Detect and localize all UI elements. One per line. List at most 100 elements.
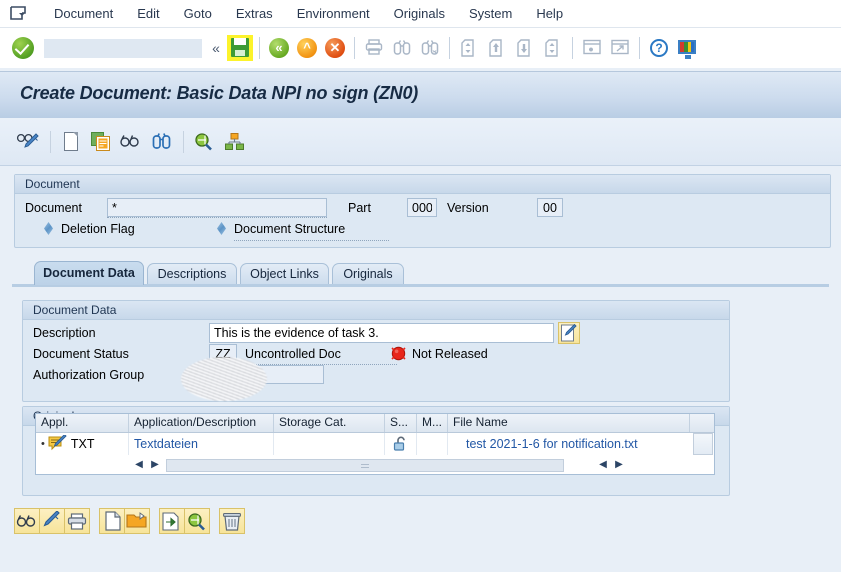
application-description-link[interactable]: Textdateien [134,437,198,451]
first-page-button[interactable] [456,35,482,61]
new-session-icon [583,39,601,57]
copy-document-button[interactable] [87,128,115,156]
display-change-button[interactable] [14,128,42,156]
table-row[interactable]: • TXT Textdateien test 2021-1-6 for noti… [36,433,714,455]
menu-item-goto[interactable]: Goto [172,0,224,27]
color-monitor-layout-icon [678,40,696,59]
row-scroll-left-button[interactable]: ◀ [595,457,611,473]
column-header-mode[interactable]: M... [417,414,448,432]
blue-diamond-icon [42,222,55,235]
tabstrip: Document Data Descriptions Object Links … [12,261,829,285]
first-page-icon [460,39,478,57]
scroll-track[interactable] [166,458,564,472]
hierarchy-tree-icon [225,132,244,151]
help-button[interactable]: ? [646,35,672,61]
menu-item-document[interactable]: Document [42,0,125,27]
previous-page-button[interactable] [484,35,510,61]
save-button[interactable] [227,35,253,61]
find-next-button[interactable] [417,35,443,61]
file-name-link[interactable]: test 2021-1-6 for notification.txt [466,437,638,451]
column-header-file-name[interactable]: File Name [448,414,690,432]
column-header-status[interactable]: S... [385,414,417,432]
command-field-input[interactable] [44,38,202,58]
next-page-icon [516,39,534,57]
floppy-save-icon [231,38,249,57]
create-original-button[interactable] [99,508,125,534]
red-status-light-icon [390,345,407,362]
document-structure-button[interactable] [220,128,248,156]
print-original-button[interactable] [64,508,90,534]
binoculars-find-icon [393,39,411,57]
menu-item-edit[interactable]: Edit [125,0,171,27]
sap-document-icon [8,4,30,24]
orange-up-arrow-exit-icon: ^ [297,38,317,58]
document-input[interactable] [107,198,327,217]
description-long-text-button[interactable] [558,322,580,344]
display-search-button[interactable] [190,128,218,156]
menu-item-help[interactable]: Help [524,0,575,27]
chevron-double-left-icon[interactable]: « [206,37,226,59]
check-in-original-button[interactable] [159,508,185,534]
last-page-button[interactable] [540,35,566,61]
menu-item-system[interactable]: System [457,0,524,27]
create-session-button[interactable] [579,35,605,61]
cancel-button[interactable]: ✕ [322,35,348,61]
deletion-flag-label[interactable]: Deletion Flag [61,222,135,236]
display-original-button[interactable] [14,508,40,534]
menu-label: Environment [296,6,370,21]
description-input[interactable] [209,323,554,343]
edit-original-button[interactable] [39,508,65,534]
column-header-storage-cat[interactable]: Storage Cat. [274,414,385,432]
tab-object-links[interactable]: Object Links [240,263,329,285]
column-config-icon[interactable] [693,433,713,455]
find-document-button[interactable] [147,128,175,156]
version-input[interactable] [537,198,563,217]
toolbar-divider [50,130,51,153]
customize-layout-button[interactable] [674,35,700,61]
document-structure-label[interactable]: Document Structure [234,222,345,236]
next-page-button[interactable] [512,35,538,61]
menu-item-originals[interactable]: Originals [382,0,457,27]
part-input[interactable] [407,198,437,217]
cell-mode [417,433,448,455]
tab-document-data[interactable]: Document Data [34,261,144,285]
tab-descriptions[interactable]: Descriptions [147,263,237,285]
exit-button[interactable]: ^ [294,35,320,61]
red-cancel-x-icon: ✕ [325,38,345,58]
open-original-button[interactable] [124,508,150,534]
toolbar-divider [354,37,355,59]
last-page-icon [544,39,562,57]
tab-label: Descriptions [157,267,227,281]
green-check-enter-icon[interactable] [12,37,34,59]
blue-diamond-icon [215,222,228,235]
tree-node-dot-icon[interactable]: • [41,438,45,450]
print-button[interactable] [361,35,387,61]
menu-item-extras[interactable]: Extras [224,0,285,27]
tab-label: Originals [343,267,393,281]
authorization-group-label: Authorization Group [33,368,145,382]
delete-original-button[interactable] [219,508,245,534]
display-document-button[interactable] [117,128,145,156]
table-header-row: Appl. Application/Description Storage Ca… [36,414,714,433]
menu-label: Help [536,6,564,21]
release-status-text: Not Released [412,347,488,361]
find-button[interactable] [389,35,415,61]
cell-appl-text: TXT [70,437,95,451]
scroll-left-button[interactable]: ◀ [131,457,147,473]
scroll-right-button[interactable]: ▶ [147,457,163,473]
originals-groupbox: Originals Appl. Application/Description … [22,406,730,496]
description-label: Description [33,326,96,340]
back-button[interactable]: « [266,35,292,61]
column-header-application-description[interactable]: Application/Description [129,414,274,432]
find-original-button[interactable] [184,508,210,534]
tab-originals[interactable]: Originals [332,263,404,285]
column-header-appl[interactable]: Appl. [36,414,129,432]
row-scroll-right-button[interactable]: ▶ [611,457,627,473]
menu-item-environment[interactable]: Environment [285,0,382,27]
binoculars-icon [152,132,171,151]
toolbar-gap [149,521,159,522]
create-shortcut-button[interactable] [607,35,633,61]
previous-page-icon [488,39,506,57]
new-document-button[interactable] [57,128,85,156]
tab-label: Object Links [250,267,319,281]
